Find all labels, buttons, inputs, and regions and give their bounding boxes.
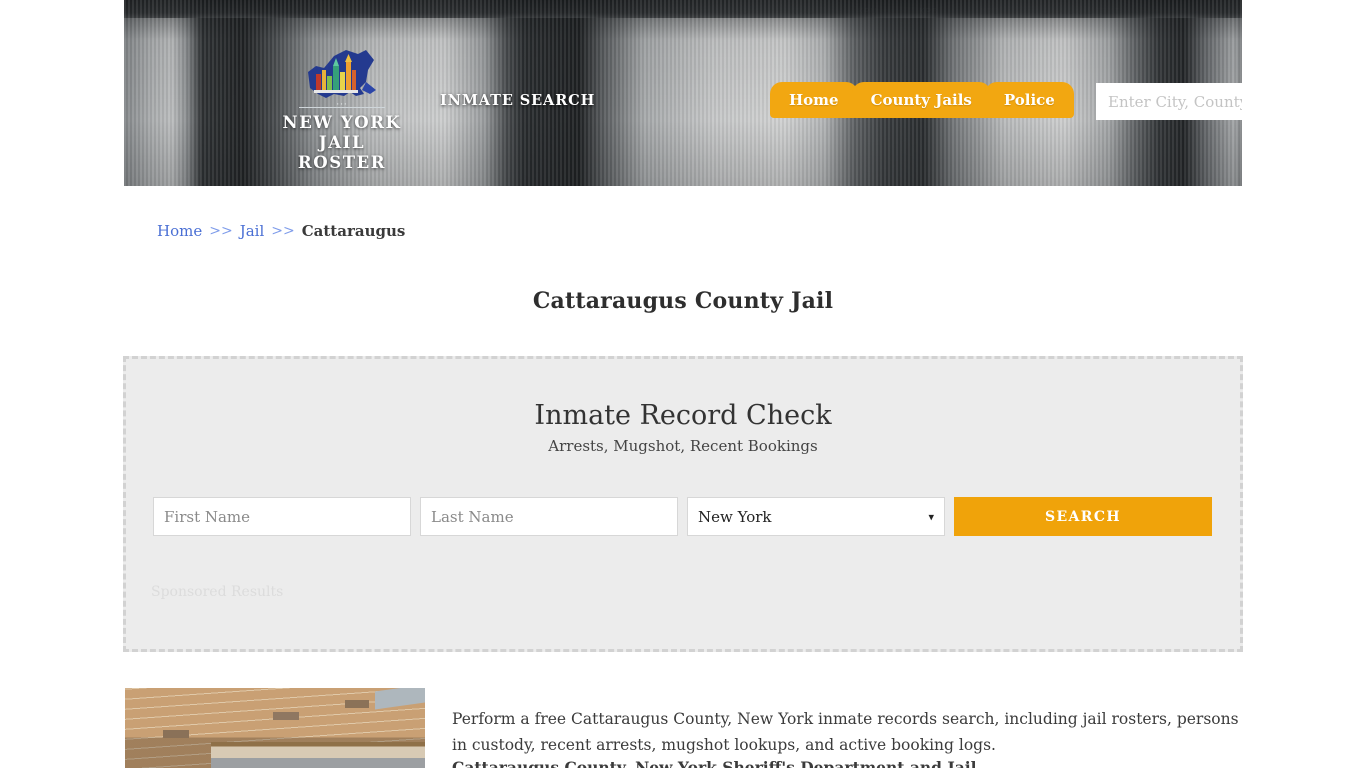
record-check-title: Inmate Record Check bbox=[534, 400, 832, 431]
nav-item-police[interactable]: Police bbox=[978, 82, 1080, 118]
site-header: KFAC KFAD KPU KPB KPO CA RICKAL TEXT ···… bbox=[124, 0, 1242, 186]
logo-divider bbox=[299, 107, 385, 108]
shelf-label: KPO bbox=[980, 6, 1001, 16]
jail-building-photo bbox=[125, 688, 425, 768]
main-navigation: Home County Jails Police bbox=[764, 82, 1080, 118]
inmate-search-button[interactable]: SEARCH bbox=[954, 497, 1212, 536]
brick-accent bbox=[163, 730, 189, 738]
site-logo[interactable]: NEW YORK JAIL ROSTER bbox=[276, 48, 408, 172]
page-root: KFAC KFAD KPU KPB KPO CA RICKAL TEXT ···… bbox=[0, 0, 1366, 768]
building-entrance bbox=[211, 742, 425, 768]
brick-accent bbox=[273, 712, 299, 720]
brick-accent bbox=[345, 700, 369, 708]
page-title: Cattaraugus County Jail bbox=[532, 287, 834, 314]
new-york-state-outline-icon bbox=[276, 48, 408, 104]
header-tagline: INMATE SEARCH bbox=[440, 92, 596, 109]
logo-line-2: JAIL ROSTER bbox=[297, 133, 387, 172]
shelf-label: KFAC bbox=[724, 6, 749, 16]
shelf-label: KFAD bbox=[790, 6, 816, 16]
shelf-label: KPB bbox=[919, 6, 939, 16]
breadcrumb: Home >> Jail >> Cattaraugus bbox=[157, 222, 405, 240]
shelf-top-shadow bbox=[124, 0, 1242, 18]
sponsored-results-label: Sponsored Results bbox=[151, 584, 284, 600]
intro-paragraph: Perform a free Cattaraugus County, New Y… bbox=[452, 709, 1239, 754]
breadcrumb-link-home[interactable]: Home bbox=[157, 222, 202, 240]
nav-item-county-jails[interactable]: County Jails bbox=[845, 82, 998, 118]
section-subheading: Cattaraugus County, New York Sheriff's D… bbox=[452, 758, 977, 768]
first-name-input[interactable] bbox=[153, 497, 411, 536]
logo-line-1: NEW YORK bbox=[282, 113, 402, 132]
last-name-input[interactable] bbox=[420, 497, 678, 536]
breadcrumb-link-jail[interactable]: Jail bbox=[240, 222, 265, 240]
inmate-search-form: New York ▾ SEARCH bbox=[153, 497, 1217, 536]
inmate-record-check-panel: Inmate Record Check Arrests, Mugshot, Re… bbox=[123, 356, 1243, 652]
breadcrumb-separator: >> bbox=[209, 223, 233, 239]
state-select-wrapper: New York ▾ bbox=[687, 497, 945, 536]
header-search-input[interactable] bbox=[1096, 83, 1242, 120]
shelf-label: KPU bbox=[857, 6, 878, 16]
building-roof bbox=[375, 688, 425, 710]
breadcrumb-separator: >> bbox=[271, 223, 295, 239]
record-check-subtitle: Arrests, Mugshot, Recent Bookings bbox=[548, 437, 818, 455]
header-search-bar bbox=[1096, 83, 1242, 120]
breadcrumb-current: Cattaraugus bbox=[301, 222, 406, 240]
state-select[interactable]: New York bbox=[687, 497, 945, 536]
nav-item-home[interactable]: Home bbox=[764, 82, 864, 118]
shelf-label: CA RICKAL TEXT bbox=[1042, 6, 1121, 16]
shelf-label-row: KFAC KFAD KPU KPB KPO CA RICKAL TEXT bbox=[724, 4, 1242, 18]
